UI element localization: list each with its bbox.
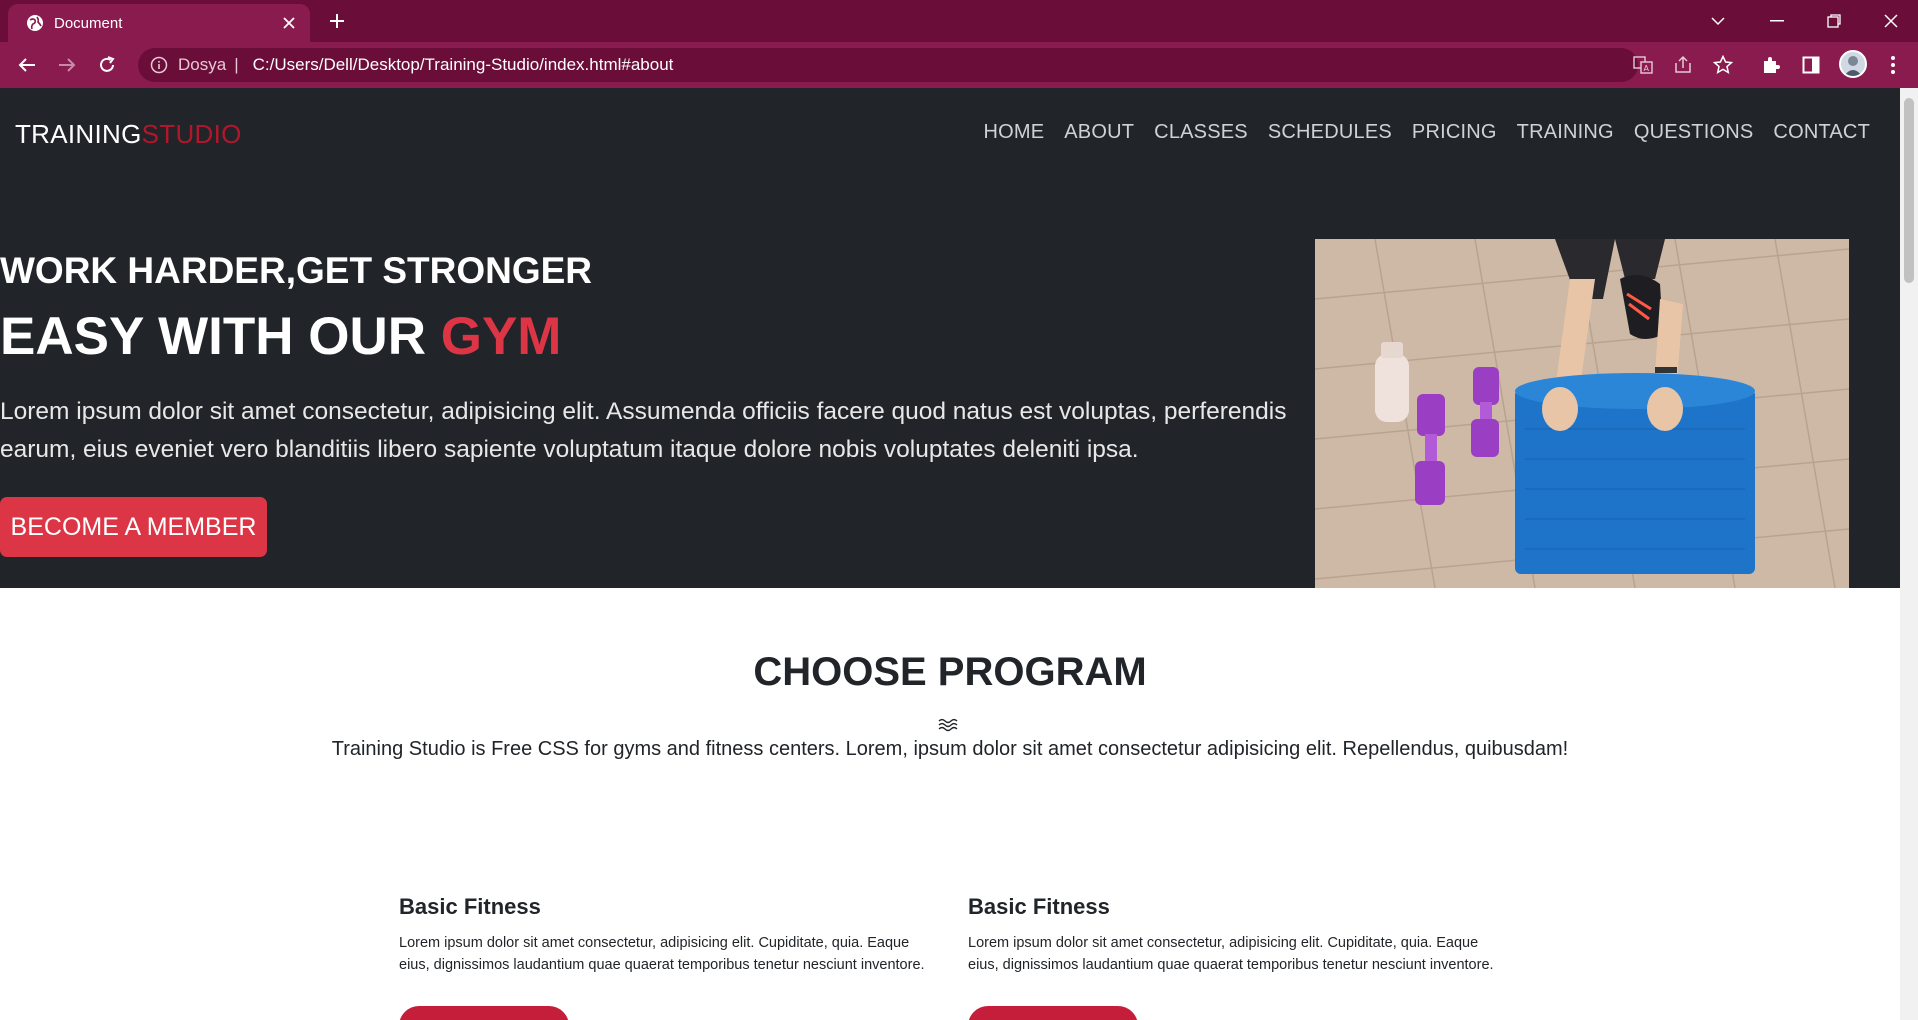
chevron-down-icon[interactable] [1701,6,1735,36]
hero-subtitle: WORK HARDER,GET STRONGER [0,250,592,291]
address-url[interactable]: C:/Users/Dell/Desktop/Training-Studio/in… [253,55,674,75]
site-label: Dosya [178,55,227,74]
close-window-icon[interactable] [1874,6,1908,36]
close-icon[interactable] [274,8,304,38]
browser-tab-strip: Document [0,0,1918,42]
info-icon[interactable] [150,56,168,74]
restore-icon[interactable] [1817,6,1851,36]
sidepanel-icon[interactable] [1796,50,1826,80]
wave-icon [938,718,958,732]
address-separator: | [234,55,239,74]
program-card-title: Basic Fitness [399,894,541,919]
hero-title-accent: GYM [440,307,562,366]
svg-text:A: A [1644,64,1650,73]
hero-title: EASY WITH OUR GYM [0,306,561,367]
nav-item-classes[interactable]: CLASSES [1154,121,1248,144]
main-nav: HOME ABOUT CLASSES SCHEDULES PRICING TRA… [983,121,1870,144]
extensions-icon[interactable] [1756,50,1786,80]
nav-item-about[interactable]: ABOUT [1064,121,1134,144]
program-card-text: Lorem ipsum dolor sit amet consectetur, … [968,935,1494,973]
logo-main: TRAINING [15,119,142,149]
nav-item-home[interactable]: HOME [983,121,1044,144]
page-scrollbar[interactable] [1900,88,1918,1020]
browser-tab[interactable]: Document [8,4,310,42]
program-card: Basic Fitness Lorem ipsum dolor sit amet… [968,894,1498,976]
translate-icon[interactable]: A [1628,50,1658,80]
share-icon[interactable] [1668,50,1698,80]
tab-title: Document [54,14,123,32]
hero-section: TRAININGSTUDIO HOME ABOUT CLASSES SCHEDU… [0,88,1900,588]
page-viewport: TRAININGSTUDIO HOME ABOUT CLASSES SCHEDU… [0,88,1900,1020]
forward-icon[interactable] [52,50,82,80]
scrollbar-thumb[interactable] [1904,98,1914,283]
nav-item-questions[interactable]: QUESTIONS [1634,121,1754,144]
program-card-text: Lorem ipsum dolor sit amet consectetur, … [399,935,925,973]
program-card-title: Basic Fitness [968,894,1110,919]
logo-accent: STUDIO [141,119,242,149]
nav-item-pricing[interactable]: PRICING [1412,121,1497,144]
minimize-icon[interactable] [1760,6,1794,36]
site-logo[interactable]: TRAININGSTUDIO [15,119,242,150]
program-card-button[interactable] [399,1006,569,1020]
hero-lead: Lorem ipsum dolor sit amet consectetur, … [0,398,1287,463]
program-card: Basic Fitness Lorem ipsum dolor sit amet… [399,894,929,976]
section-description: Training Studio is Free CSS for gyms and… [331,738,1569,760]
hero-title-main: EASY WITH OUR [0,307,426,366]
nav-item-schedules[interactable]: SCHEDULES [1268,121,1392,144]
nav-item-contact[interactable]: CONTACT [1773,121,1870,144]
browser-toolbar: Dosya | C:/Users/Dell/Desktop/Training-S… [0,42,1918,88]
star-icon[interactable] [1708,50,1738,80]
menu-icon[interactable] [1878,50,1908,80]
globe-icon [27,15,43,31]
program-card-button[interactable] [968,1006,1138,1020]
section-title: CHOOSE PROGRAM [753,650,1147,694]
plus-icon[interactable] [322,6,352,36]
nav-item-training[interactable]: TRAINING [1517,121,1614,144]
profile-avatar[interactable] [1839,50,1867,78]
hero-image [1315,239,1849,588]
back-icon[interactable] [12,50,42,80]
become-member-button[interactable]: BECOME A MEMBER [0,497,267,557]
reload-icon[interactable] [92,50,122,80]
address-bar[interactable]: Dosya | C:/Users/Dell/Desktop/Training-S… [138,48,1638,82]
